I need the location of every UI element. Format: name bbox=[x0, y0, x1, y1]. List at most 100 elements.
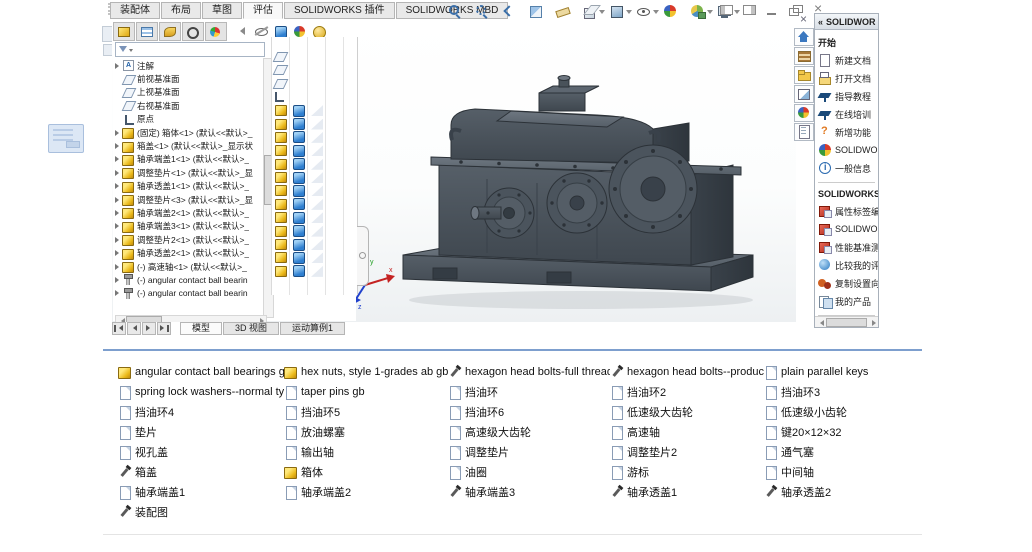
file-item[interactable]: 轴承端盖3 bbox=[448, 482, 610, 502]
file-item[interactable]: 挡油环5 bbox=[284, 402, 448, 422]
display-pane-row[interactable] bbox=[272, 238, 357, 251]
file-item[interactable]: 油圈 bbox=[448, 462, 610, 482]
display-pane-row[interactable] bbox=[272, 117, 357, 130]
design-library-icon[interactable] bbox=[794, 47, 814, 65]
headsup-tool[interactable] bbox=[581, 3, 606, 19]
file-item[interactable]: 挡油环6 bbox=[448, 402, 610, 422]
file-item[interactable]: hexagon head bolts-full thread gb bbox=[448, 362, 610, 382]
display-pane-row[interactable] bbox=[272, 224, 357, 237]
dropdown-caret-icon[interactable] bbox=[653, 10, 659, 17]
task-pane-item[interactable]: 属性标签编 bbox=[818, 202, 878, 220]
model-tab[interactable]: 模型 bbox=[180, 322, 222, 335]
file-item[interactable]: 箱盖 bbox=[118, 462, 284, 482]
dropdown-caret-icon[interactable] bbox=[626, 10, 632, 17]
expand-arrow-icon[interactable] bbox=[113, 141, 122, 151]
expand-arrow-icon[interactable] bbox=[113, 168, 122, 178]
tree-item[interactable]: 轴承透盖1<1> (默认<<默认>_ bbox=[113, 180, 263, 193]
file-item[interactable]: 箱体 bbox=[284, 462, 448, 482]
pane-left-icon[interactable] bbox=[720, 4, 733, 16]
pane-right-icon[interactable] bbox=[743, 4, 756, 16]
hide-eye-icon[interactable] bbox=[254, 24, 270, 39]
task-pane-item[interactable]: 我的产品 bbox=[818, 292, 878, 310]
task-pane-item[interactable]: 新增功能 bbox=[818, 123, 878, 141]
tree-item[interactable]: 原点 bbox=[113, 113, 263, 126]
file-item[interactable]: 挡油环2 bbox=[610, 382, 764, 402]
file-item[interactable]: 高速级大齿轮 bbox=[448, 422, 610, 442]
expand-arrow-icon[interactable] bbox=[113, 288, 122, 298]
panel-collapse-handle[interactable] bbox=[357, 226, 369, 286]
file-item[interactable]: 低速级大齿轮 bbox=[610, 402, 764, 422]
scrollbar-thumb[interactable] bbox=[826, 318, 867, 327]
custom-properties-icon[interactable] bbox=[794, 123, 814, 141]
assembly-manager-icon[interactable] bbox=[113, 22, 135, 41]
scroll-right-icon[interactable] bbox=[869, 319, 878, 326]
gearbox-model[interactable] bbox=[391, 69, 771, 314]
file-item[interactable]: plain parallel keys bbox=[764, 362, 914, 382]
tree-item[interactable]: 调整垫片2<1> (默认<<默认>_ bbox=[113, 233, 263, 246]
headsup-tool[interactable] bbox=[608, 3, 633, 19]
tree-item[interactable]: 前视基准面 bbox=[113, 72, 263, 85]
task-pane-item[interactable]: SOLIDWOR bbox=[818, 220, 878, 238]
view-palette-icon[interactable] bbox=[794, 85, 814, 103]
file-item[interactable]: 高速轴 bbox=[610, 422, 764, 442]
headsup-tool[interactable] bbox=[554, 3, 579, 19]
display-pane-row[interactable] bbox=[272, 158, 357, 171]
expand-arrow-icon[interactable] bbox=[113, 181, 122, 191]
task-pane-item[interactable]: 打开文档 bbox=[818, 69, 878, 87]
file-item[interactable]: 调整垫片2 bbox=[610, 442, 764, 462]
file-item[interactable]: taper pins gb bbox=[284, 382, 448, 402]
configurations-manager-icon[interactable] bbox=[159, 22, 181, 41]
tree-item[interactable]: (-) angular contact ball bearin bbox=[113, 287, 263, 300]
file-item[interactable]: 输出轴 bbox=[284, 442, 448, 462]
file-item[interactable]: 轴承透盖1 bbox=[610, 482, 764, 502]
tree-item[interactable]: 轴承端盖2<1> (默认<<默认>_ bbox=[113, 206, 263, 219]
model-tab[interactable]: 运动算例1 bbox=[280, 322, 345, 335]
display-pane-row[interactable] bbox=[272, 64, 357, 77]
display-pane-row[interactable] bbox=[272, 265, 357, 278]
display-pane-row[interactable] bbox=[272, 77, 357, 90]
tree-filter-input[interactable] bbox=[133, 45, 264, 55]
file-item[interactable]: 装配图 bbox=[118, 502, 284, 522]
file-item[interactable]: 轴承端盖1 bbox=[118, 482, 284, 502]
headsup-tool[interactable] bbox=[662, 3, 687, 19]
display-pane-row[interactable] bbox=[272, 251, 357, 264]
file-item[interactable]: angular contact ball bearings gb bbox=[118, 362, 284, 382]
command-tab[interactable]: 草图 bbox=[202, 2, 242, 19]
tree-item[interactable]: (-) angular contact ball bearin bbox=[113, 273, 263, 286]
tree-item[interactable]: 上视基准面 bbox=[113, 86, 263, 99]
task-pane-item[interactable]: 复制设置向 bbox=[818, 274, 878, 292]
task-pane-item[interactable]: 性能基准测 bbox=[818, 238, 878, 256]
file-item[interactable]: 挡油环4 bbox=[118, 402, 284, 422]
file-item[interactable]: hex nuts, style 1-grades ab gb bbox=[284, 362, 448, 382]
file-explorer-icon[interactable] bbox=[794, 66, 814, 84]
dimxpert-manager-icon[interactable] bbox=[182, 22, 204, 41]
tree-item[interactable]: 箱盖<1> (默认<<默认>_显示状 bbox=[113, 139, 263, 152]
display-pane-row[interactable] bbox=[272, 144, 357, 157]
tree-item[interactable]: 调整垫片<1> (默认<<默认>_显 bbox=[113, 166, 263, 179]
last-tab-icon[interactable] bbox=[157, 322, 171, 335]
tree-item[interactable]: 轴承端盖1<1> (默认<<默认>_ bbox=[113, 153, 263, 166]
tree-item[interactable]: 调整垫片<3> (默认<<默认>_显 bbox=[113, 193, 263, 206]
expand-arrow-icon[interactable] bbox=[113, 221, 122, 231]
command-tab[interactable]: 评估 bbox=[243, 2, 283, 19]
file-item[interactable]: 轴承端盖2 bbox=[284, 482, 448, 502]
display-pane-row[interactable] bbox=[272, 198, 357, 211]
file-item[interactable]: 放油螺塞 bbox=[284, 422, 448, 442]
file-item[interactable]: 低速级小齿轮 bbox=[764, 402, 914, 422]
headsup-tool[interactable] bbox=[635, 3, 660, 19]
home-icon[interactable] bbox=[794, 28, 814, 46]
display-pane-row[interactable] bbox=[272, 211, 357, 224]
headsup-tool[interactable] bbox=[473, 3, 498, 19]
task-pane-item[interactable]: 在线培训 bbox=[818, 105, 878, 123]
scroll-left-icon[interactable] bbox=[815, 319, 824, 326]
tree-item[interactable]: 轴承透盖2<1> (默认<<默认>_ bbox=[113, 246, 263, 259]
task-pane-item[interactable]: SOLIDWOR bbox=[818, 141, 878, 159]
file-item[interactable]: 视孔盖 bbox=[118, 442, 284, 462]
file-item[interactable]: 游标 bbox=[610, 462, 764, 482]
display-pane-row[interactable] bbox=[272, 184, 357, 197]
appearances-icon[interactable] bbox=[794, 104, 814, 122]
file-item[interactable]: spring lock washers--normal typ... bbox=[118, 382, 284, 402]
tree-item[interactable]: (-) 高速轴<1> (默认<<默认>_ bbox=[113, 260, 263, 273]
display-pane-row[interactable] bbox=[272, 171, 357, 184]
file-item[interactable]: 挡油环3 bbox=[764, 382, 914, 402]
